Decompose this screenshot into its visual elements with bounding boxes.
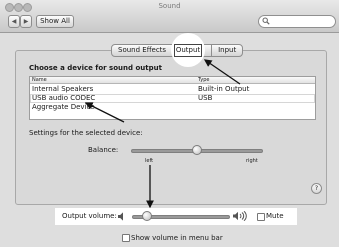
annotation-arrows [84,59,241,209]
arrow-to-output-tab [203,59,241,85]
arrow-to-usb-device [84,102,125,123]
sound-preferences-window: Sound ◀ ▶ Show All Sound Effects Input O… [0,0,339,247]
